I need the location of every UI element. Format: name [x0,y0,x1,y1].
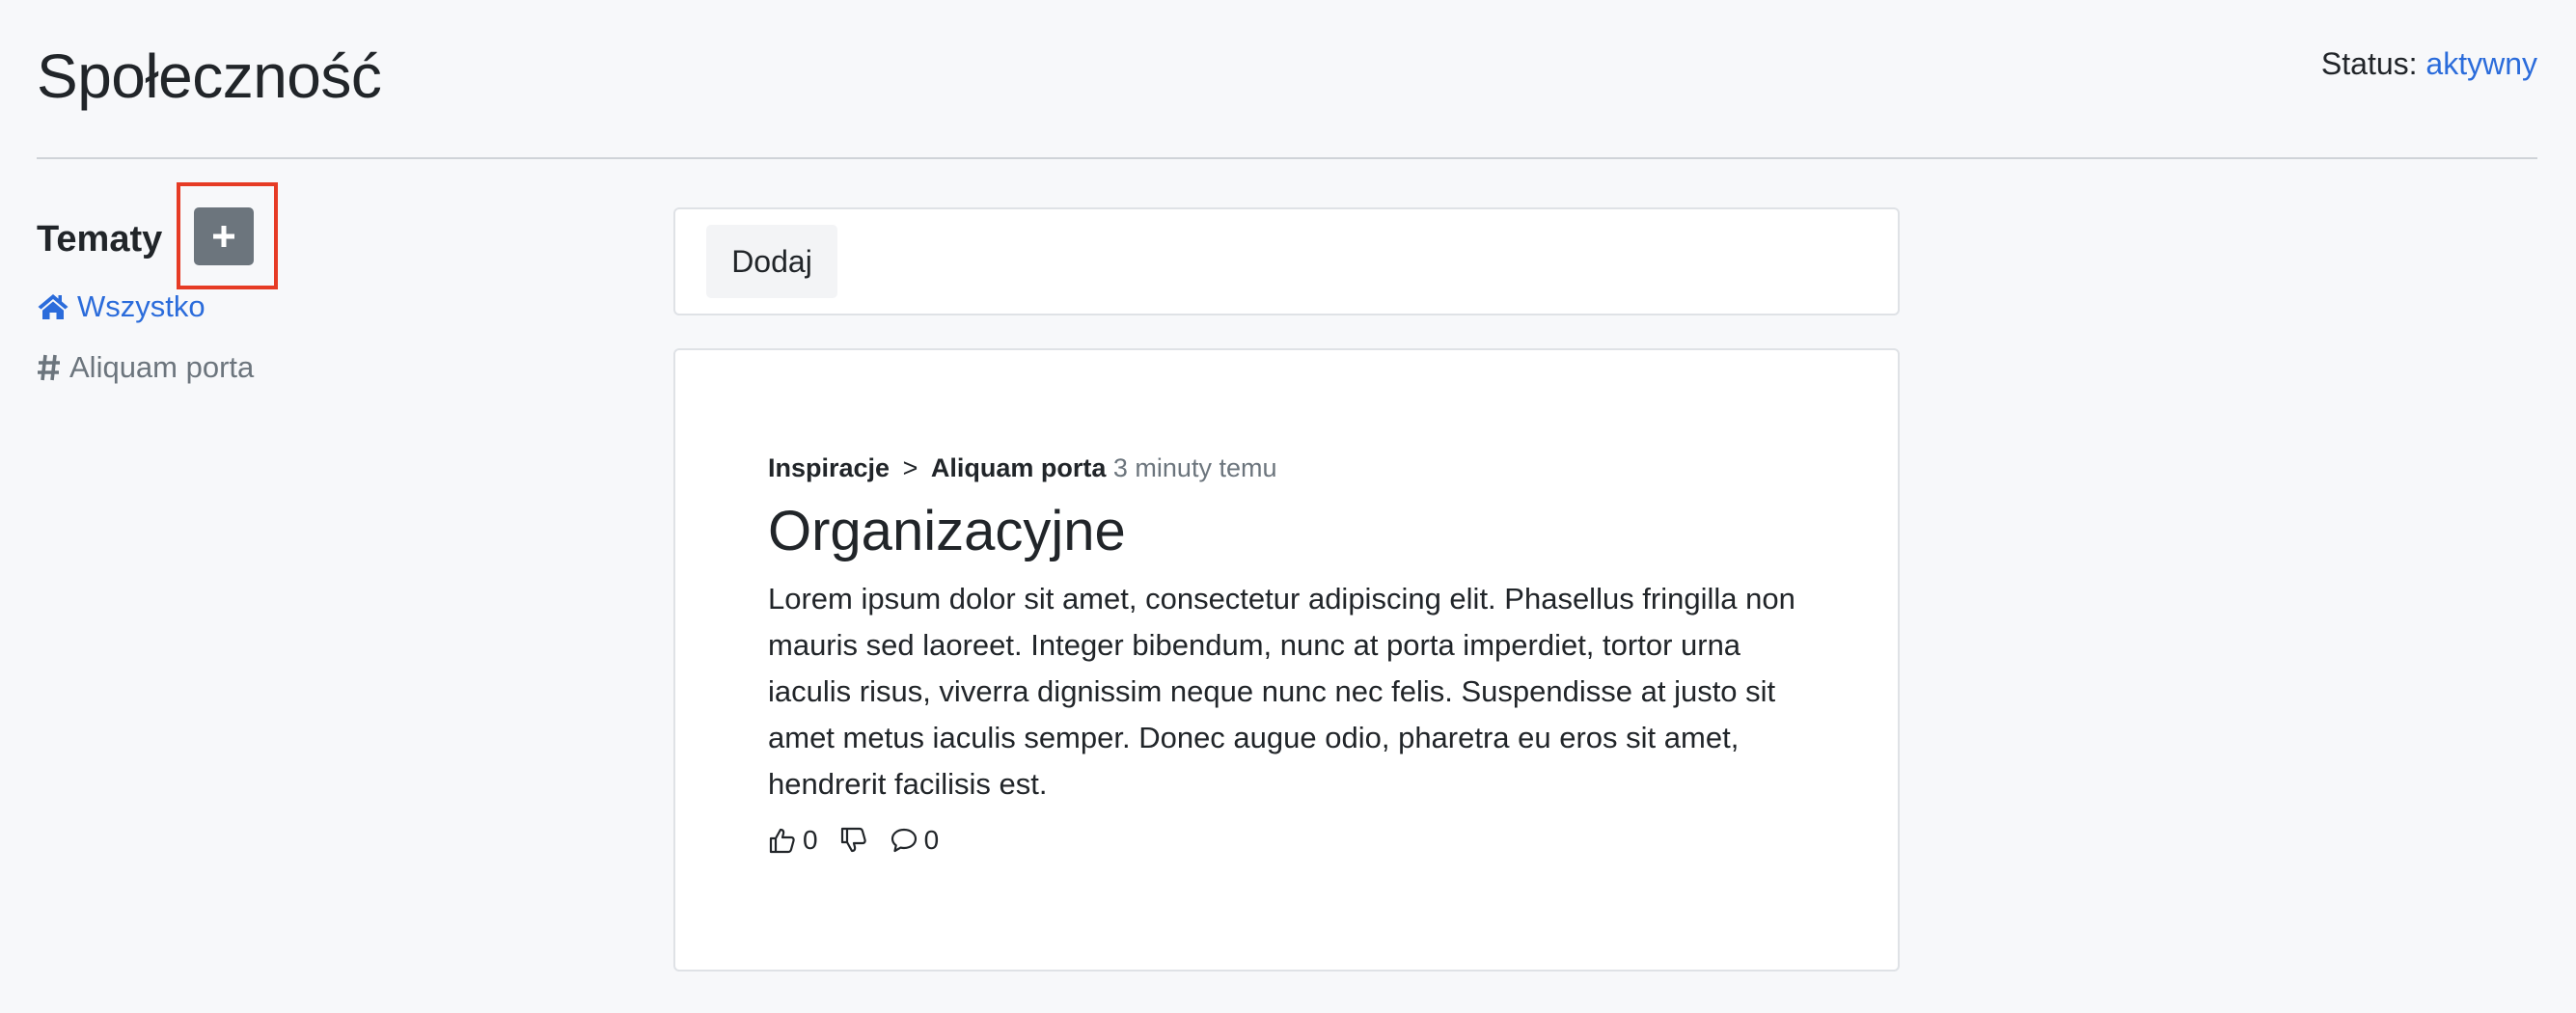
sidebar-title: Tematy [37,219,163,260]
like-button[interactable]: 0 [768,823,818,858]
like-count: 0 [803,825,818,855]
hash-icon [38,354,60,381]
plus-icon [213,226,234,247]
add-post-button[interactable]: Dodaj [706,225,837,298]
post-card: Inspiracje > Aliquam porta 3 minuty temu… [673,348,1900,972]
status-value: aktywny [2425,46,2537,81]
thumbs-down-icon [840,827,866,853]
post-content: Inspiracje > Aliquam porta 3 minuty temu… [768,451,1829,858]
post-title[interactable]: Organizacyjne [768,499,1829,564]
comment-icon [891,828,917,853]
breadcrumb-category[interactable]: Inspiracje [768,453,890,482]
status-indicator: Status: aktywny [2321,42,2537,85]
sidebar-item-aliquam-porta[interactable]: Aliquam porta [37,348,254,387]
post-timestamp: 3 minuty temu [1112,453,1277,482]
post-body: Lorem ipsum dolor sit amet, consectetur … [768,582,1795,801]
page-title: Społeczność [37,41,382,111]
header-divider [37,157,2537,159]
dislike-button[interactable] [839,826,868,855]
sidebar-item-all[interactable]: Wszystko [37,287,206,326]
post-breadcrumb: Inspiracje > Aliquam porta 3 minuty temu [768,451,1829,485]
sidebar-header: Tematy [37,182,288,289]
page: Społeczność Status: aktywny Tematy Wszys… [0,0,2576,1013]
breadcrumb-topic[interactable]: Aliquam porta [931,453,1107,482]
comment-button[interactable]: 0 [890,823,940,858]
add-post-card: Dodaj [673,207,1900,315]
post-actions: 0 0 [768,823,1829,858]
thumbs-up-icon [769,828,795,854]
home-icon [38,294,69,319]
status-label: Status: [2320,46,2418,81]
breadcrumb-separator: > [902,453,918,482]
comment-count: 0 [923,825,940,855]
sidebar-item-label: Aliquam porta [69,350,255,384]
sidebar-item-label: Wszystko [77,289,206,323]
add-topic-button[interactable] [194,207,254,265]
